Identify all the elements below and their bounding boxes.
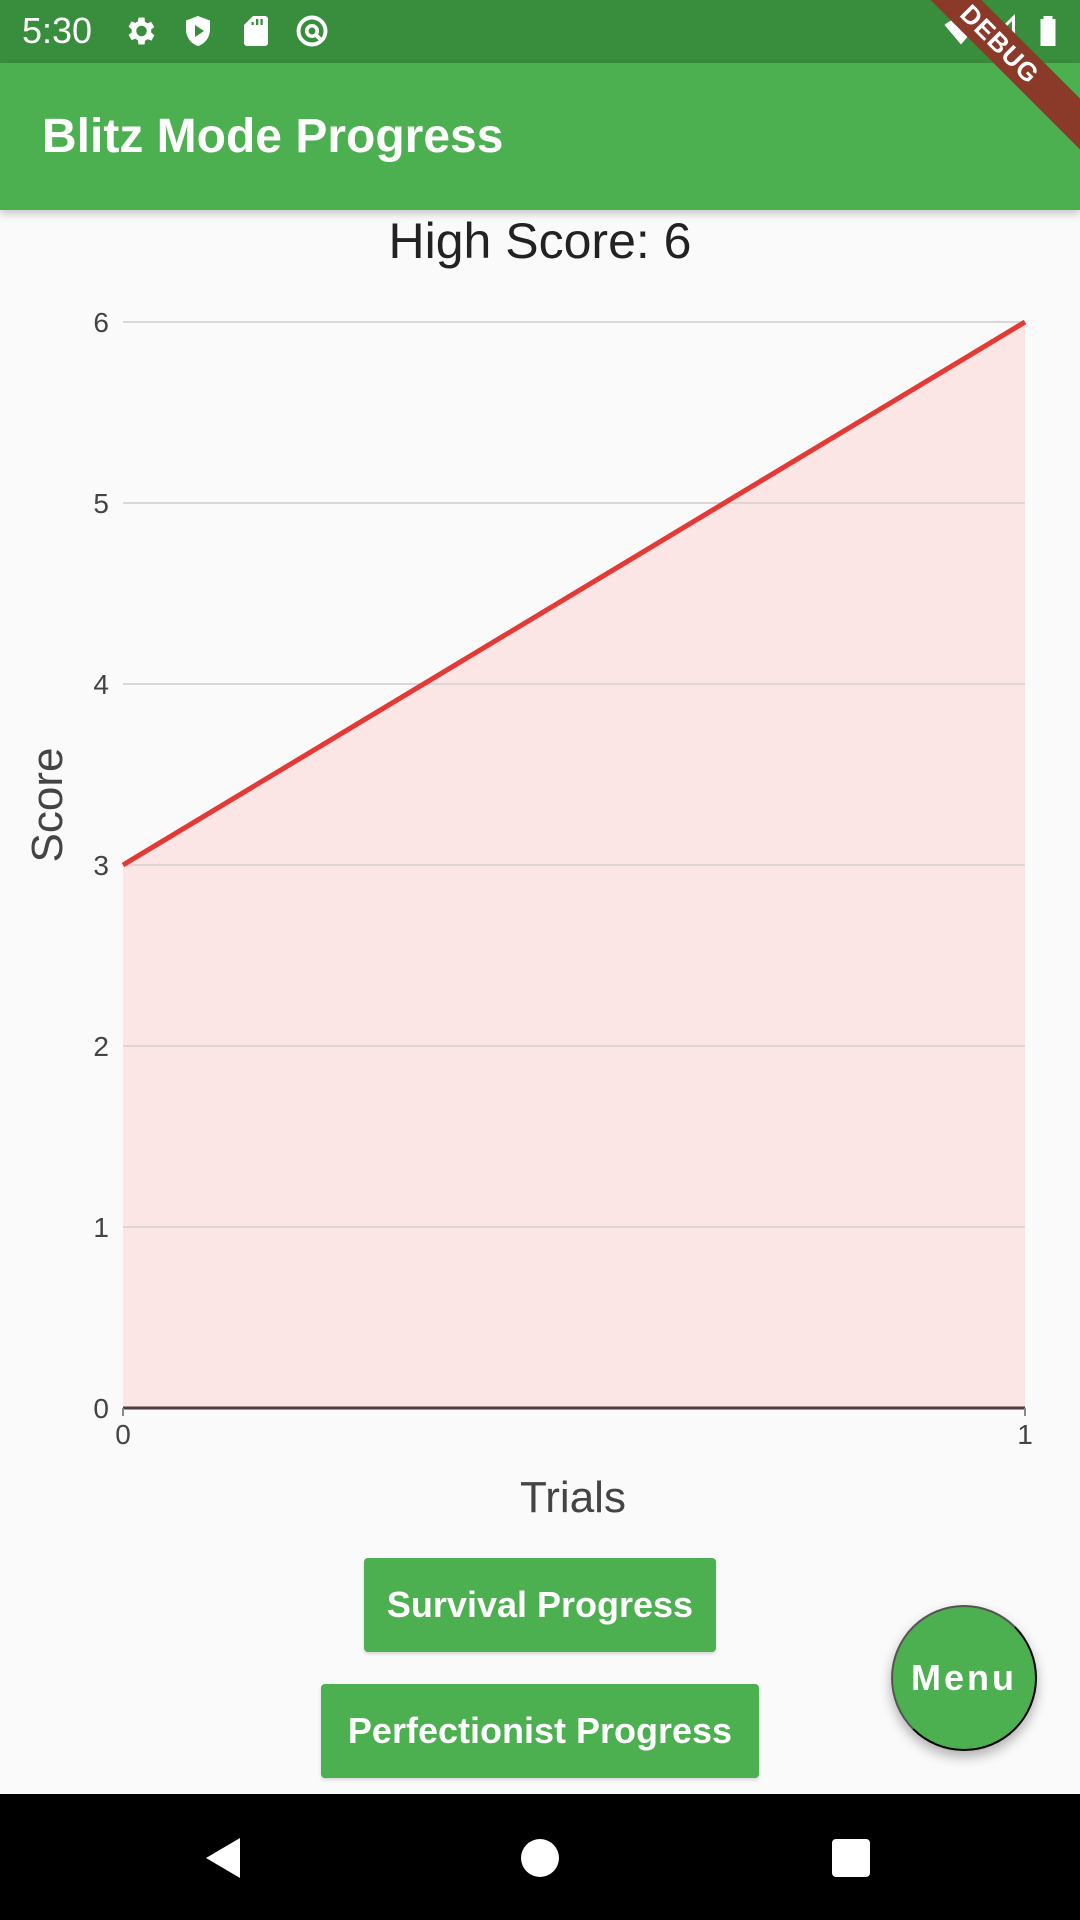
y-tick-label: 4	[93, 669, 109, 700]
y-tick-label: 3	[93, 850, 109, 881]
x-axis-label: Trials	[520, 1473, 626, 1522]
back-icon[interactable]	[204, 1836, 244, 1880]
navigation-bar	[0, 1794, 1080, 1920]
y-tick-label: 1	[93, 1212, 109, 1243]
high-score-label: High Score: 6	[388, 213, 692, 269]
status-time: 5:30	[22, 10, 93, 51]
y-tick-label: 6	[93, 307, 109, 338]
battery-icon	[1040, 16, 1056, 46]
score-chart: 0 1 2 3 4 5 6 0 1 Trials Score	[23, 307, 1033, 1522]
menu-button[interactable]: Menu	[891, 1605, 1037, 1751]
gear-icon	[128, 17, 155, 45]
app-bar: Blitz Mode Progress	[0, 63, 1080, 210]
y-axis-label: Score	[23, 748, 72, 863]
perfectionist-progress-button[interactable]: Perfectionist Progress	[321, 1684, 759, 1778]
sd-card-icon	[244, 16, 268, 46]
x-tick-label: 0	[115, 1419, 131, 1450]
x-tick-label: 1	[1017, 1419, 1033, 1450]
shield-play-icon	[186, 16, 210, 46]
status-bar: 5:30	[0, 0, 1080, 63]
survival-progress-button[interactable]: Survival Progress	[364, 1558, 716, 1652]
y-tick-label: 0	[93, 1393, 109, 1424]
y-tick-label: 5	[93, 488, 109, 519]
recents-icon[interactable]	[831, 1838, 871, 1878]
home-icon[interactable]	[520, 1838, 560, 1878]
at-circle-icon	[296, 15, 328, 47]
page-title: Blitz Mode Progress	[42, 110, 504, 163]
y-tick-label: 2	[93, 1031, 109, 1062]
